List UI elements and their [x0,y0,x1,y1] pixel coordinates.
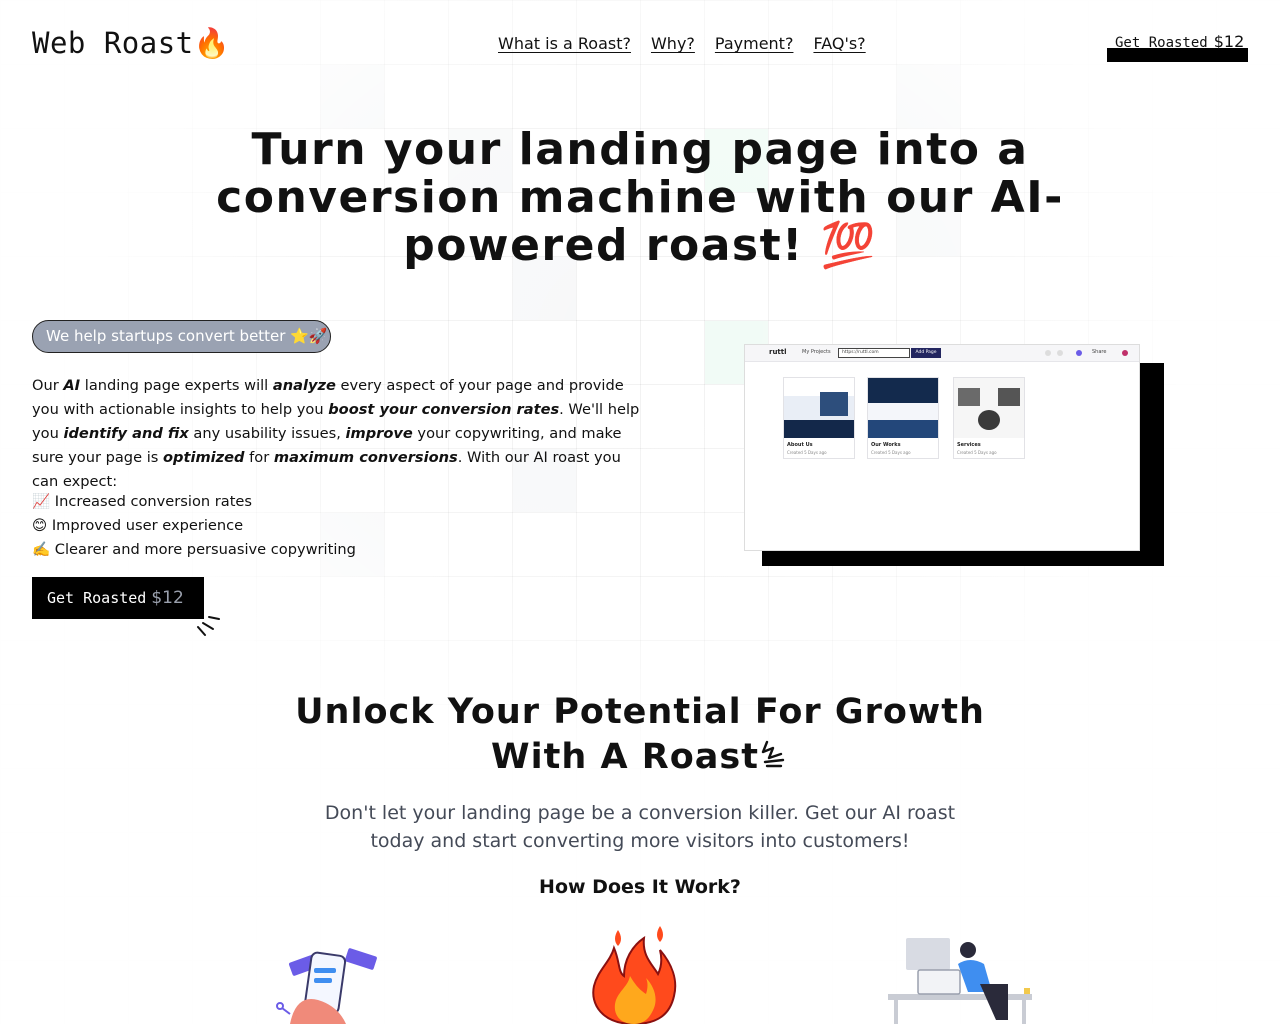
card-subtitle: Created 5 Days ago [787,450,827,455]
preview-toolbar: ruttl My Projects https://ruttl.com Add … [745,345,1139,362]
tagline-pill: We help startups convert better ⭐🚀 [32,320,331,353]
hero-get-roasted-button[interactable]: Get Roasted $12 [32,577,204,619]
sparks-icon [197,616,220,636]
site-logo[interactable]: Web Roast🔥 [32,26,230,61]
button-price: $12 [151,588,184,608]
preview-card: Our Works Created 5 Days ago [867,377,939,459]
preview-card: About Us Created 5 Days ago [783,377,855,459]
button-label: Get Roasted [47,589,147,607]
main-nav: What is a Roast? Why? Payment? FAQ's? [498,34,866,53]
preview-card: Services Created 5 Days ago [953,377,1025,459]
hero-headline: Turn your landing page into a conversion… [216,124,1064,271]
hero-intro: Our AI landing page experts will analyze… [32,377,640,490]
card-thumbnail [868,378,938,438]
nav-faqs[interactable]: FAQ's? [813,34,865,53]
button-price: $12 [1213,32,1245,51]
card-title: Services [957,442,981,448]
preview-share: Share [1092,349,1107,355]
benefit-item: 😊 Improved user experience [32,517,244,534]
app-preview-screenshot: ruttl My Projects https://ruttl.com Add … [744,344,1140,551]
logo-text: Web Roast [32,26,194,60]
card-subtitle: Created 5 Days ago [957,450,997,455]
card-title: Our Works [871,442,901,448]
fire-illustration [592,926,677,1024]
button-label: Get Roasted [1115,35,1208,51]
nav-payment[interactable]: Payment? [715,34,794,53]
preview-user-avatar [1122,350,1128,356]
preview-url-field: https://ruttl.com [838,348,910,358]
phone-money-illustration [276,948,377,1024]
benefits-list: 📈 Increased conversion rates 😊 Improved … [32,490,356,562]
grid-cell [897,65,960,128]
growth-subtext: Don't let your landing page be a convers… [324,802,956,852]
preview-search-icon [1045,350,1051,356]
nav-what-is-a-roast[interactable]: What is a Roast? [498,34,631,53]
fire-icon: 🔥 [193,26,231,60]
preview-bell-icon [1057,350,1063,356]
preview-avatar-icon [1076,350,1082,356]
zap-icon [761,740,785,768]
person-laptop-illustration [888,938,1032,1024]
card-title: About Us [787,442,813,448]
benefit-item: 📈 Increased conversion rates [32,493,253,510]
preview-logo: ruttl [769,348,787,356]
grid-cell [321,65,384,128]
header-get-roasted-button[interactable]: Get Roasted $12 [1107,30,1248,62]
growth-heading: Unlock Your Potential For Growth With A R… [295,692,985,777]
preview-add-page-button: Add Page [911,348,941,358]
nav-why[interactable]: Why? [651,34,695,53]
benefit-item: ✍️ Clearer and more persuasive copywriti… [32,541,356,558]
preview-tab: My Projects [802,349,831,355]
how-it-works-heading: How Does It Work? [539,876,741,898]
card-subtitle: Created 5 Days ago [871,450,911,455]
